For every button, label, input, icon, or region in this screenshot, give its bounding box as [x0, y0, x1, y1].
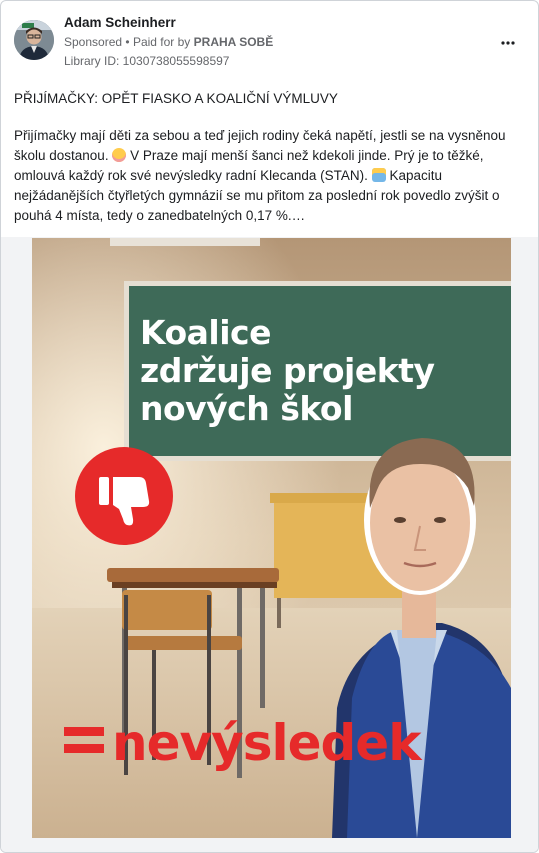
- author-name[interactable]: Adam Scheinherr: [64, 15, 176, 30]
- ad-headline-line1: Koalice: [140, 313, 272, 352]
- post-body: Přijímačky mají děti za sebou a teď jeji…: [14, 126, 529, 226]
- sponsored-label: Sponsored: [64, 35, 123, 49]
- grimace-emoji-icon: [112, 148, 127, 162]
- ad-post-card: Adam Scheinherr Sponsored • Paid for by …: [0, 0, 539, 853]
- sponsor-line: Sponsored • Paid for by PRAHA SOBĚ: [64, 35, 273, 49]
- paid-for-label: Paid for by: [132, 35, 191, 49]
- avatar[interactable]: [14, 20, 54, 60]
- brand-text: nevýsledek: [112, 714, 421, 772]
- thumbs-down-icon: [75, 447, 173, 545]
- ad-headline-line2: zdržuje projekty: [140, 351, 435, 390]
- post-headline: PŘIJÍMAČKY: OPĚT FIASKO A KOALIČNÍ VÝMLU…: [14, 91, 338, 106]
- ad-headline-line3: nových škol: [140, 389, 353, 428]
- brand-equals-icon: [64, 727, 104, 761]
- separator-dot: •: [125, 35, 130, 49]
- shrug-emoji-icon: [371, 168, 386, 182]
- paid-by-name[interactable]: PRAHA SOBĚ: [194, 35, 274, 49]
- avatar-photo: [14, 20, 54, 60]
- ad-headline: Koalice zdržuje projekty nových škol: [140, 313, 435, 428]
- library-id: Library ID: 1030738055598597: [64, 54, 230, 68]
- more-options-icon[interactable]: [495, 29, 521, 49]
- ad-image[interactable]: Koalice zdržuje projekty nových škol nev…: [32, 238, 511, 838]
